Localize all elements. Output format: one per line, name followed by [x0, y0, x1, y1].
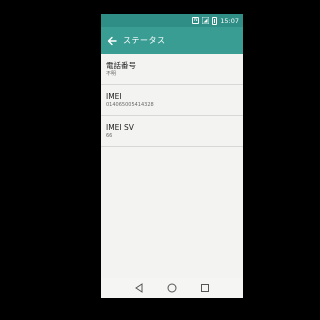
list-item-title: IMEI SV — [106, 123, 134, 132]
page-title: ステータス — [123, 36, 166, 45]
list-item-value: 66 — [106, 133, 113, 139]
list-item-value: 014065005414328 — [106, 102, 154, 108]
status-bar: N 15:07 — [101, 14, 243, 27]
back-triangle-icon[interactable] — [132, 281, 146, 295]
list-item-imei-sv[interactable]: IMEI SV 66 — [101, 116, 243, 147]
list-item-phone-number[interactable]: 電話番号 不明 — [101, 54, 243, 85]
list-item-value: 不明 — [106, 71, 117, 77]
home-circle-icon[interactable] — [165, 281, 179, 295]
recents-square-icon[interactable] — [198, 281, 212, 295]
status-time: 15:07 — [220, 16, 239, 25]
navigation-bar — [101, 278, 243, 298]
phone-screen: N 15:07 ステータス 電話番号 不明 IMEI 0140650054143… — [101, 14, 243, 298]
list-item-title: IMEI — [106, 92, 122, 101]
status-icons: N 15:07 — [192, 16, 239, 25]
status-list: 電話番号 不明 IMEI 014065005414328 IMEI SV 66 — [101, 54, 243, 147]
battery-icon — [212, 16, 218, 25]
list-item-title: 電話番号 — [106, 61, 136, 70]
app-bar: ステータス — [101, 27, 243, 54]
nfc-icon: N — [192, 17, 200, 24]
signal-icon — [201, 16, 210, 25]
list-item-imei[interactable]: IMEI 014065005414328 — [101, 85, 243, 116]
back-arrow-icon[interactable] — [101, 27, 123, 54]
